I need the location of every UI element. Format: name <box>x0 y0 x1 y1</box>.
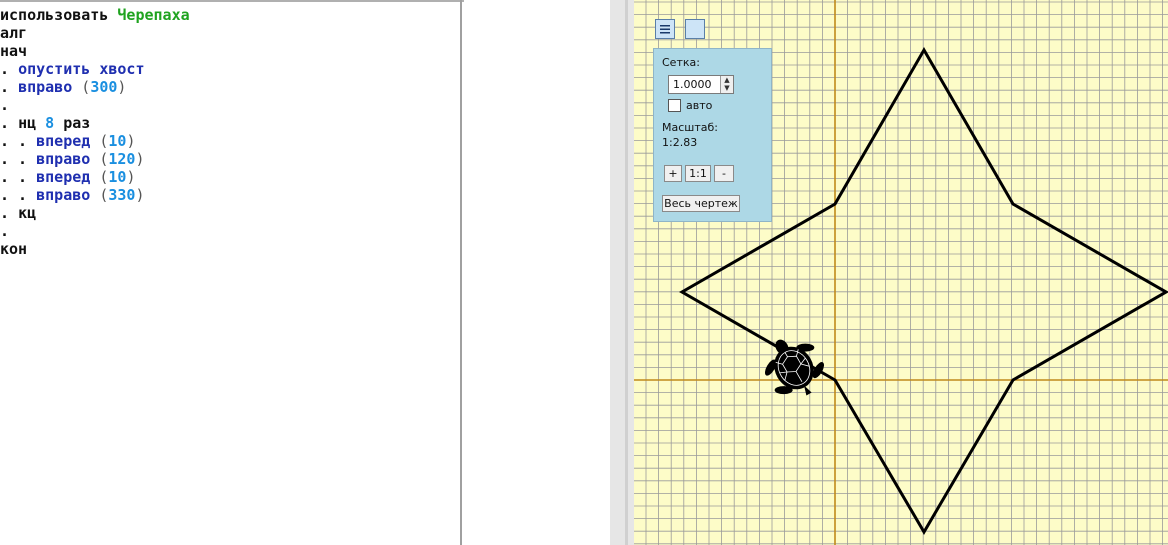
menu-icon <box>660 25 670 34</box>
code-line-6: . <box>0 96 10 114</box>
view-toggle-button[interactable] <box>685 19 705 39</box>
code-line-12: . кц <box>0 204 37 222</box>
zoom-reset-button[interactable]: 1:1 <box>685 165 711 182</box>
code-line-2: алг <box>0 24 28 42</box>
code-area[interactable]: использовать Черепаха алг нач . опустить… <box>0 0 462 545</box>
spin-down-icon[interactable]: ▼ <box>721 84 733 92</box>
splitter[interactable] <box>610 0 634 545</box>
spin-up-icon[interactable]: ▲ <box>721 76 733 84</box>
grid-label: Сетка: <box>662 56 700 69</box>
code-line-7: . нц 8 раз <box>0 114 91 132</box>
code-line-11: . . вправо (330) <box>0 186 145 204</box>
scale-value: 1:2.83 <box>662 136 698 149</box>
splitter-handle[interactable] <box>625 0 628 545</box>
auto-checkbox[interactable] <box>668 99 681 112</box>
zoom-out-button[interactable]: - <box>714 165 734 182</box>
code-line-5: . вправо (300) <box>0 78 127 96</box>
spin-arrows[interactable]: ▲ ▼ <box>720 76 733 93</box>
code-line-10: . . вперед (10) <box>0 168 136 186</box>
menu-button[interactable] <box>655 19 675 39</box>
grid-settings-panel: Сетка: 1.0000 ▲ ▼ авто Масштаб: 1:2.83 +… <box>653 48 772 222</box>
zoom-in-button[interactable]: + <box>664 165 682 182</box>
code-line-3: нач <box>0 42 28 60</box>
code-line-13: . <box>0 222 10 240</box>
code-line-1: использовать Черепаха <box>0 6 190 24</box>
auto-label: авто <box>686 99 713 112</box>
code-line-14: кон <box>0 240 28 258</box>
scale-label: Масштаб: <box>662 121 718 134</box>
grid-step-value[interactable]: 1.0000 <box>673 78 712 91</box>
fit-all-button[interactable]: Весь чертеж <box>662 195 740 212</box>
grid-step-spinbox[interactable]: 1.0000 ▲ ▼ <box>668 75 734 94</box>
editor-margin-panel <box>464 0 610 545</box>
code-editor[interactable]: использовать Черепаха алг нач . опустить… <box>0 0 610 545</box>
code-line-8: . . вперед (10) <box>0 132 136 150</box>
code-line-4: . опустить хвост <box>0 60 145 78</box>
code-line-9: . . вправо (120) <box>0 150 145 168</box>
